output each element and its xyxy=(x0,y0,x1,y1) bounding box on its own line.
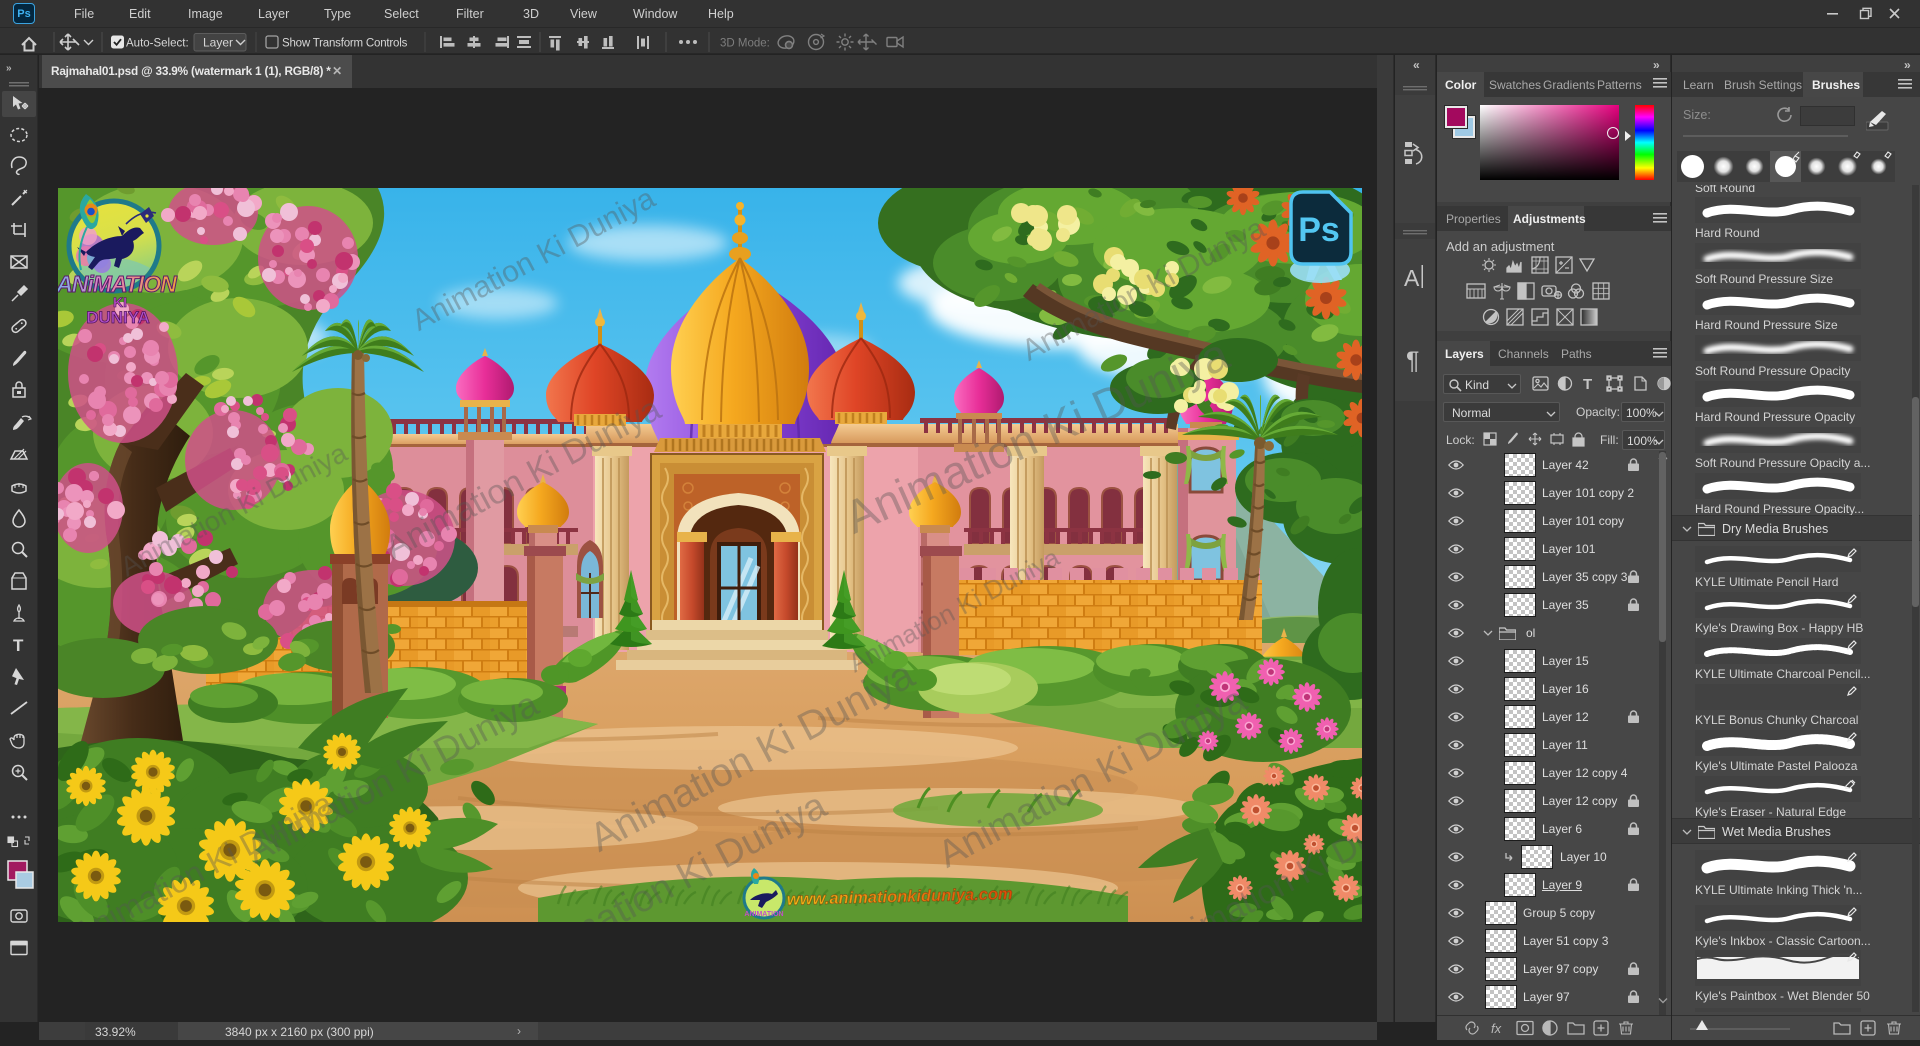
svg-text:T: T xyxy=(1583,376,1592,393)
svg-text:DUNIYA: DUNIYA xyxy=(86,308,150,327)
svg-text:A: A xyxy=(1404,265,1420,291)
svg-text:ANIMATION: ANIMATION xyxy=(744,911,783,918)
svg-text:Auto-Select:: Auto-Select: xyxy=(126,38,189,50)
svg-text:¶: ¶ xyxy=(1406,347,1419,375)
svg-text:»: » xyxy=(6,63,12,74)
svg-text:T: T xyxy=(13,636,24,655)
svg-text:3D Mode:: 3D Mode: xyxy=(720,38,770,50)
svg-text:Layer: Layer xyxy=(203,36,233,50)
svg-text:fx: fx xyxy=(1491,1021,1502,1036)
svg-text:Show Transform Controls: Show Transform Controls xyxy=(282,38,408,50)
svg-text:Ps: Ps xyxy=(1298,211,1340,249)
